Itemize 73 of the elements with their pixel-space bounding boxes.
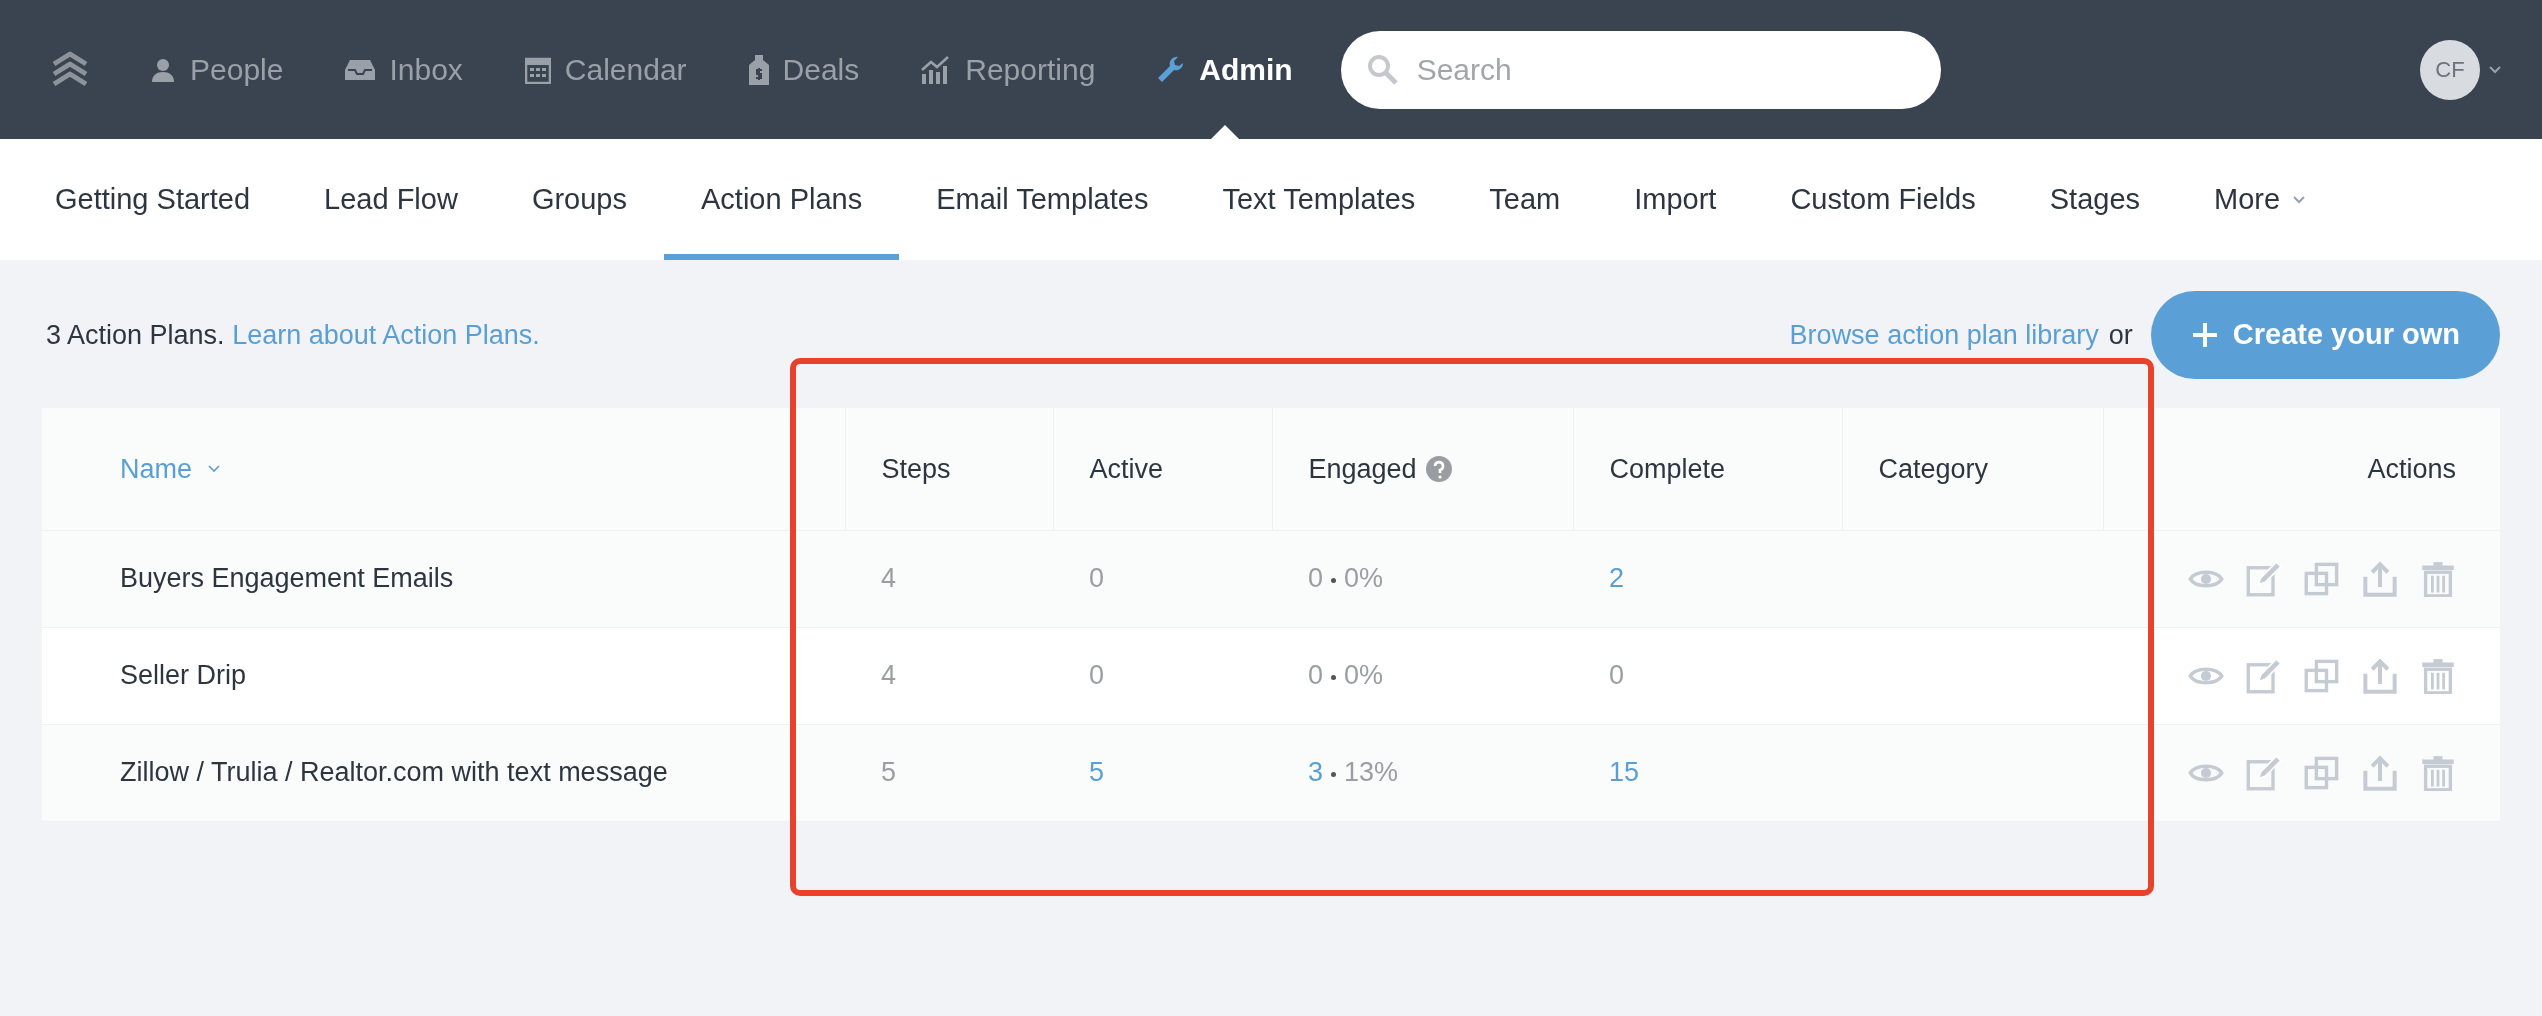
library-link[interactable]: Browse action plan library (1789, 314, 2099, 356)
trash-icon[interactable] (2420, 560, 2456, 597)
nav-tab[interactable]: People (150, 0, 284, 139)
trash-icon[interactable] (2420, 657, 2456, 694)
settings-tab[interactable]: Stages (2012, 139, 2178, 260)
price-tag-icon (748, 54, 769, 85)
trash-icon[interactable] (2420, 754, 2456, 791)
chevron-down-icon (2292, 194, 2307, 205)
table-cell: 4 (845, 627, 1053, 724)
create-button[interactable]: Create your own (2150, 291, 2500, 379)
separator-dot-icon (1331, 577, 1337, 583)
avatar[interactable]: CF (2420, 39, 2480, 100)
inbox-tray-icon (345, 57, 376, 82)
calendar-icon (524, 55, 551, 84)
table-cell: 4 (845, 530, 1053, 627)
engaged-count-link[interactable]: 3 (1308, 757, 1324, 788)
nav-tab[interactable]: Reporting (921, 0, 1096, 139)
active-count-link[interactable]: 5 (1053, 724, 1272, 821)
search-icon (1366, 53, 1399, 86)
settings-tab[interactable]: Custom Fields (1753, 139, 2013, 260)
wrench-icon (1157, 55, 1186, 84)
column-header: Actions (2367, 453, 2456, 484)
engaged-percent: 0% (1344, 660, 1384, 691)
chevron-down-icon (208, 464, 221, 473)
column-header: Active (1089, 453, 1164, 484)
plan-name: Buyers Engagement Emails (42, 530, 845, 627)
settings-tab[interactable]: Groups (494, 139, 664, 260)
copy-icon[interactable] (2304, 754, 2340, 791)
help-icon[interactable] (1424, 454, 1453, 483)
separator-dot-icon (1331, 771, 1337, 777)
table-cell: 5 (845, 724, 1053, 821)
nav-tab[interactable]: Inbox (345, 0, 463, 139)
engaged-count: 0 (1308, 563, 1324, 594)
share-icon[interactable] (2362, 657, 2398, 694)
settings-tab[interactable]: Text Templates (1185, 139, 1453, 260)
settings-tab[interactable]: More (2177, 139, 2344, 260)
column-header: Steps (881, 453, 951, 484)
settings-tab[interactable]: Import (1597, 139, 1754, 260)
column-header: Complete (1609, 453, 1726, 484)
settings-tab[interactable]: Email Templates (899, 139, 1186, 260)
engaged-percent: 13% (1344, 757, 1399, 788)
table-cell: 0 (1053, 627, 1272, 724)
chevron-down-icon[interactable] (2488, 64, 2502, 75)
settings-tab[interactable]: Action Plans (664, 139, 900, 260)
plan-name: Seller Drip (42, 627, 845, 724)
edit-icon[interactable] (2246, 657, 2282, 694)
edit-icon[interactable] (2246, 560, 2282, 597)
plus-icon (2190, 321, 2219, 349)
table-cell: 0 (1053, 530, 1272, 627)
column-header: Engaged (1308, 452, 1417, 486)
table-cell: 0 (1573, 627, 1842, 724)
copy-icon[interactable] (2304, 657, 2340, 694)
summary-text: 3 Action Plans. Learn about Action Plans. (46, 318, 540, 352)
engaged-percent: 0% (1344, 563, 1384, 594)
learn-link[interactable]: Learn about Action Plans. (232, 319, 540, 350)
search-field[interactable]: Search (1340, 30, 1941, 109)
separator-dot-icon (1331, 674, 1337, 680)
column-header: Category (1878, 453, 1989, 484)
complete-count-link[interactable]: 15 (1573, 724, 1842, 821)
copy-icon[interactable] (2304, 560, 2340, 597)
settings-tab[interactable]: Lead Flow (287, 139, 495, 260)
name-column-header[interactable]: Name (120, 448, 221, 489)
share-icon[interactable] (2362, 560, 2398, 597)
engaged-count: 0 (1308, 660, 1324, 691)
or-text: or (2108, 318, 2133, 352)
person-icon (150, 56, 176, 83)
plan-name: Zillow / Trulia / Realtor.com with text message (42, 724, 845, 821)
complete-count-link[interactable]: 2 (1573, 530, 1842, 627)
settings-tab[interactable]: Team (1452, 139, 1598, 260)
nav-tab[interactable]: Deals (748, 0, 860, 139)
settings-tab[interactable]: Getting Started (18, 139, 288, 260)
nav-tab[interactable]: Calendar (524, 0, 687, 139)
share-icon[interactable] (2362, 754, 2398, 791)
